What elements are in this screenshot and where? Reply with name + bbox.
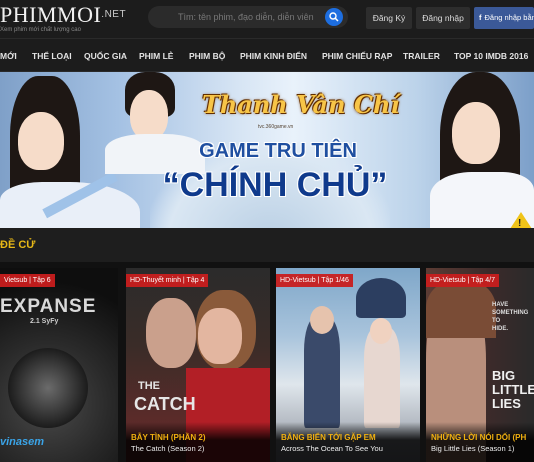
- nav-item-phim-le[interactable]: PHIM LẺ: [139, 39, 173, 73]
- banner-slogan-line1: GAME TRU TIÊN: [199, 140, 357, 162]
- poster-brand: vinasem: [0, 436, 45, 448]
- movie-title[interactable]: BĂNG BIỂN TỚI GẶP EM: [281, 433, 376, 442]
- logo-text: PHIMMOI: [0, 2, 102, 27]
- nav-item-phim-chieu-rap[interactable]: PHIM CHIẾU RẠP: [322, 39, 392, 73]
- poster-network: 2.1 SyFy: [30, 318, 59, 325]
- poster-title-line2: CATCH: [134, 394, 196, 414]
- poster-big-3: LIES: [492, 396, 521, 411]
- episode-badge: HD-Thuyết minh | Tập 4: [126, 274, 209, 287]
- poster-face-male: [146, 298, 196, 368]
- movie-card[interactable]: HAVE SOMETHING TO HIDE. BIG LITTLE LIES …: [426, 268, 534, 462]
- search-input[interactable]: [148, 6, 320, 28]
- movie-card[interactable]: THE CATCH HD-Thuyết minh | Tập 4 BẪY TÌN…: [126, 268, 270, 462]
- search-icon: [329, 12, 339, 22]
- register-button[interactable]: Đăng Ký: [366, 7, 412, 29]
- nav-item-phim-bo[interactable]: PHIM BỘ: [189, 39, 225, 73]
- card-info: [426, 422, 534, 462]
- poster-man-face: [310, 306, 334, 334]
- search-box: [148, 6, 348, 28]
- search-button[interactable]: [325, 8, 343, 26]
- site-logo[interactable]: PHIMMOI.NET Xem phim mới chất lượng cao: [0, 2, 127, 34]
- game-logo-sub: tvc.360game.vn: [258, 124, 294, 130]
- banner-slogan-line2: “CHÍNH CHỦ”: [162, 166, 388, 204]
- nav-item-moi[interactable]: MỚI: [0, 39, 17, 73]
- section-title: ĐỀ CỬ: [0, 239, 36, 251]
- card-info: [276, 422, 420, 462]
- movie-title[interactable]: BẪY TÌNH (PHẦN 2): [131, 433, 206, 442]
- poster-hair: [426, 278, 496, 338]
- movie-title[interactable]: NHỮNG LỜI NÓI DỐI (PH: [431, 433, 526, 442]
- movie-card[interactable]: EXPANSE 2.1 SyFy vinasem Vietsub | Tập 6: [0, 268, 118, 462]
- poster-tagline-2: SOMETHING: [492, 310, 529, 316]
- logo-tagline: Xem phim mới chất lượng cao: [0, 27, 81, 33]
- recommended-movie-list: EXPANSE 2.1 SyFy vinasem Vietsub | Tập 6…: [0, 262, 534, 462]
- card-info: [126, 422, 270, 462]
- main-nav: MỚI THỂ LOẠI QUỐC GIA PHIM LẺ PHIM BỘ PH…: [0, 38, 534, 72]
- poster-tagline-3: TO: [492, 318, 501, 324]
- episode-badge: Vietsub | Tập 6: [0, 274, 55, 287]
- movie-original-title: Big Little Lies (Season 1): [431, 444, 515, 453]
- poster-woman-face: [370, 318, 392, 344]
- poster-big-2: LITTLE: [492, 382, 534, 397]
- movie-card[interactable]: HD-Vietsub | Tập 1/46 BĂNG BIỂN TỚI GẶP …: [276, 268, 420, 462]
- poster-face-female: [198, 308, 242, 364]
- episode-badge: HD-Vietsub | Tập 1/46: [276, 274, 353, 287]
- poster-big-1: BIG: [492, 368, 516, 383]
- poster-title: EXPANSE: [0, 296, 97, 317]
- movie-original-title: The Catch (Season 2): [131, 444, 205, 453]
- poster-figure: [8, 348, 88, 428]
- nav-item-top-imdb[interactable]: TOP 10 IMDB 2016: [454, 39, 528, 73]
- recommended-section-header: ĐỀ CỬ: [0, 228, 534, 262]
- poster-tagline-4: HIDE.: [492, 326, 509, 332]
- nav-item-trailer[interactable]: TRAILER: [403, 39, 440, 73]
- banner-character-right: [430, 72, 534, 228]
- poster-tagline-1: HAVE: [492, 302, 509, 308]
- episode-badge: HD-Vietsub | Tập 4/7: [426, 274, 499, 287]
- poster-umbrella: [356, 278, 406, 318]
- movie-original-title: Across The Ocean To See You: [281, 444, 383, 453]
- nav-item-phim-kinh-dien[interactable]: PHIM KINH ĐIỂN: [240, 39, 307, 73]
- warning-mark: !: [518, 218, 522, 228]
- header: PHIMMOI.NET Xem phim mới chất lượng cao …: [0, 0, 534, 38]
- poster-title-line1: THE: [138, 380, 160, 392]
- facebook-login-button[interactable]: fĐăng nhập bằng: [474, 7, 534, 29]
- hero-banner[interactable]: Thanh Vân Chí tvc.360game.vn GAME TRU TI…: [0, 72, 534, 228]
- nav-item-the-loai[interactable]: THỂ LOẠI: [32, 39, 72, 73]
- login-button[interactable]: Đăng nhập: [416, 7, 470, 29]
- facebook-login-label: Đăng nhập bằng: [484, 13, 534, 22]
- nav-item-quoc-gia[interactable]: QUỐC GIA: [84, 39, 127, 73]
- poster-man: [304, 318, 340, 428]
- facebook-icon: f: [479, 13, 482, 22]
- logo-suffix: .NET: [101, 9, 127, 20]
